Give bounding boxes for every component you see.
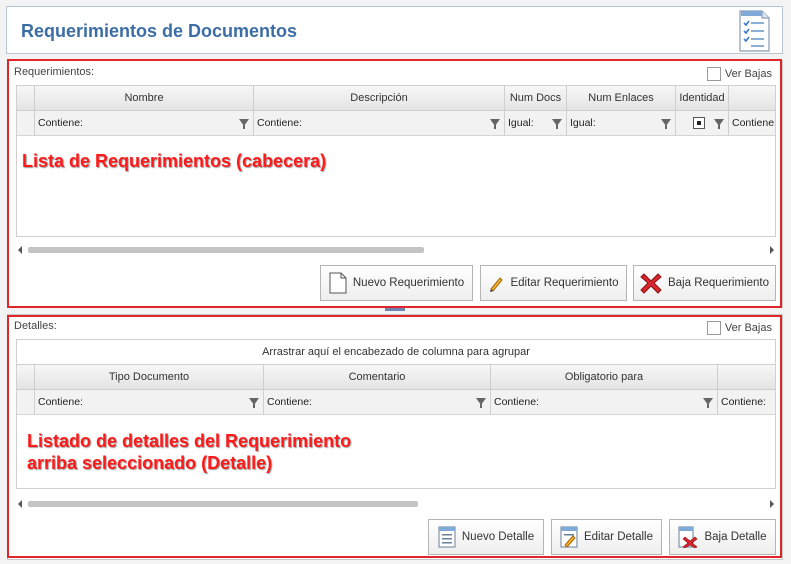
grid-header-row: Tipo Documento Comentario Obligatorio pa… <box>17 365 775 390</box>
page-title: Requerimientos de Documentos <box>21 21 298 41</box>
ver-bajas-requerimientos[interactable]: Ver Bajas <box>706 67 772 81</box>
row-indicator-filter <box>17 111 35 135</box>
filter-extra[interactable]: Contiene: <box>729 111 776 135</box>
annotation-detalle-line2: arriba seleccionado (Detalle) <box>27 453 273 473</box>
edit-document-icon <box>560 526 578 548</box>
new-document-icon <box>329 272 347 294</box>
column-header-tipo-documento[interactable]: Tipo Documento <box>35 365 264 389</box>
ver-bajas-detalles[interactable]: Ver Bajas <box>706 321 772 335</box>
column-header-nombre[interactable]: Nombre <box>35 86 254 110</box>
column-header-num-enlaces[interactable]: Num Enlaces <box>567 86 676 110</box>
column-header-extra[interactable] <box>718 365 775 389</box>
detalles-label: Detalles: <box>14 320 57 332</box>
requerimientos-label: Requerimientos: <box>14 66 95 78</box>
filter-icon[interactable] <box>714 119 724 129</box>
filter-tipo-documento[interactable]: Contiene: <box>35 390 264 414</box>
column-header-num-docs[interactable]: Num Docs <box>505 86 567 110</box>
scroll-right-icon[interactable] <box>770 500 774 508</box>
column-header-extra[interactable] <box>729 86 775 110</box>
grid-filter-row: Contiene: Contiene: Igual: Igual: Contie… <box>17 111 775 136</box>
new-detail-document-icon <box>438 526 456 548</box>
identidad-filter-checkbox[interactable] <box>693 117 705 129</box>
ver-bajas-label: Ver Bajas <box>724 322 772 334</box>
baja-detalle-button[interactable]: Baja Detalle <box>669 519 776 555</box>
editar-detalle-button[interactable]: Editar Detalle <box>551 519 662 555</box>
filter-tipo-documento-label: Contiene: <box>38 396 83 408</box>
filter-nombre[interactable]: Contiene: <box>35 111 254 135</box>
filter-num-enlaces[interactable]: Igual: <box>567 111 676 135</box>
filter-icon[interactable] <box>239 119 249 129</box>
column-header-comentario[interactable]: Comentario <box>264 365 491 389</box>
requerimientos-panel: Requerimientos: Ver Bajas Nombre Descrip… <box>7 60 783 308</box>
filter-num-docs[interactable]: Igual: <box>505 111 567 135</box>
annotation-detalle-line1: Listado de detalles del Requerimiento <box>27 431 352 451</box>
filter-icon[interactable] <box>661 119 671 129</box>
editar-detalle-label: Editar Detalle <box>583 531 654 543</box>
filter-extra-label: Contiene: <box>721 396 766 408</box>
filter-nombre-label: Contiene: <box>38 117 83 129</box>
filter-num-docs-label: Igual: <box>508 117 534 129</box>
pencil-icon <box>490 277 504 292</box>
horizontal-scrollbar[interactable] <box>16 245 776 255</box>
scroll-right-icon[interactable] <box>770 246 774 254</box>
filter-descripcion-label: Contiene: <box>257 117 302 129</box>
group-by-bar[interactable]: Arrastrar aquí el encabezado de columna … <box>17 340 775 365</box>
baja-requerimiento-button[interactable]: Baja Requerimiento <box>633 265 776 301</box>
filter-comentario-label: Contiene: <box>267 396 312 408</box>
filter-icon[interactable] <box>476 398 486 408</box>
row-indicator-header <box>17 86 35 110</box>
nuevo-requerimiento-button[interactable]: Nuevo Requerimiento <box>320 265 473 301</box>
baja-detalle-label: Baja Detalle <box>704 531 767 543</box>
filter-identidad[interactable] <box>676 111 729 135</box>
filter-icon[interactable] <box>703 398 713 408</box>
filter-icon[interactable] <box>249 398 259 408</box>
editar-requerimiento-button[interactable]: Editar Requerimiento <box>480 265 627 301</box>
column-header-identidad[interactable]: Identidad <box>676 86 729 110</box>
panel-splitter[interactable] <box>385 308 405 311</box>
scroll-left-icon[interactable] <box>18 500 22 508</box>
row-indicator-header <box>17 365 35 389</box>
horizontal-scrollbar[interactable] <box>16 499 776 509</box>
baja-requerimiento-label: Baja Requerimiento <box>667 277 769 289</box>
filter-num-enlaces-label: Igual: <box>570 117 596 129</box>
filter-extra-label: Contiene: <box>732 117 776 129</box>
ver-bajas-checkbox[interactable] <box>706 67 721 81</box>
scroll-thumb[interactable] <box>28 247 424 253</box>
filter-descripcion[interactable]: Contiene: <box>254 111 505 135</box>
filter-obligatorio-para-label: Contiene: <box>494 396 539 408</box>
delete-document-icon <box>678 526 699 548</box>
filter-extra[interactable]: Contiene: <box>718 390 775 414</box>
ver-bajas-label: Ver Bajas <box>724 68 772 80</box>
nuevo-detalle-button[interactable]: Nuevo Detalle <box>428 519 544 555</box>
scroll-thumb[interactable] <box>28 501 418 507</box>
grid-filter-row: Contiene: Contiene: Contiene: Contiene: <box>17 390 775 415</box>
editar-requerimiento-label: Editar Requerimiento <box>510 277 619 289</box>
column-header-obligatorio-para[interactable]: Obligatorio para <box>491 365 718 389</box>
page-header: Requerimientos de Documentos <box>6 6 783 54</box>
filter-icon[interactable] <box>552 119 562 129</box>
filter-obligatorio-para[interactable]: Contiene: <box>491 390 718 414</box>
document-list-icon <box>739 10 770 52</box>
scroll-left-icon[interactable] <box>18 246 22 254</box>
nuevo-requerimiento-label: Nuevo Requerimiento <box>352 277 465 289</box>
row-indicator-filter <box>17 390 35 414</box>
filter-comentario[interactable]: Contiene: <box>264 390 491 414</box>
filter-icon[interactable] <box>490 119 500 129</box>
annotation-cabecera: Lista de Requerimientos (cabecera) <box>22 151 327 171</box>
delete-x-icon <box>640 273 662 294</box>
column-header-descripcion[interactable]: Descripción <box>254 86 505 110</box>
grid-header-row: Nombre Descripción Num Docs Num Enlaces … <box>17 86 775 111</box>
nuevo-detalle-label: Nuevo Detalle <box>461 531 535 543</box>
ver-bajas-checkbox[interactable] <box>706 321 721 335</box>
